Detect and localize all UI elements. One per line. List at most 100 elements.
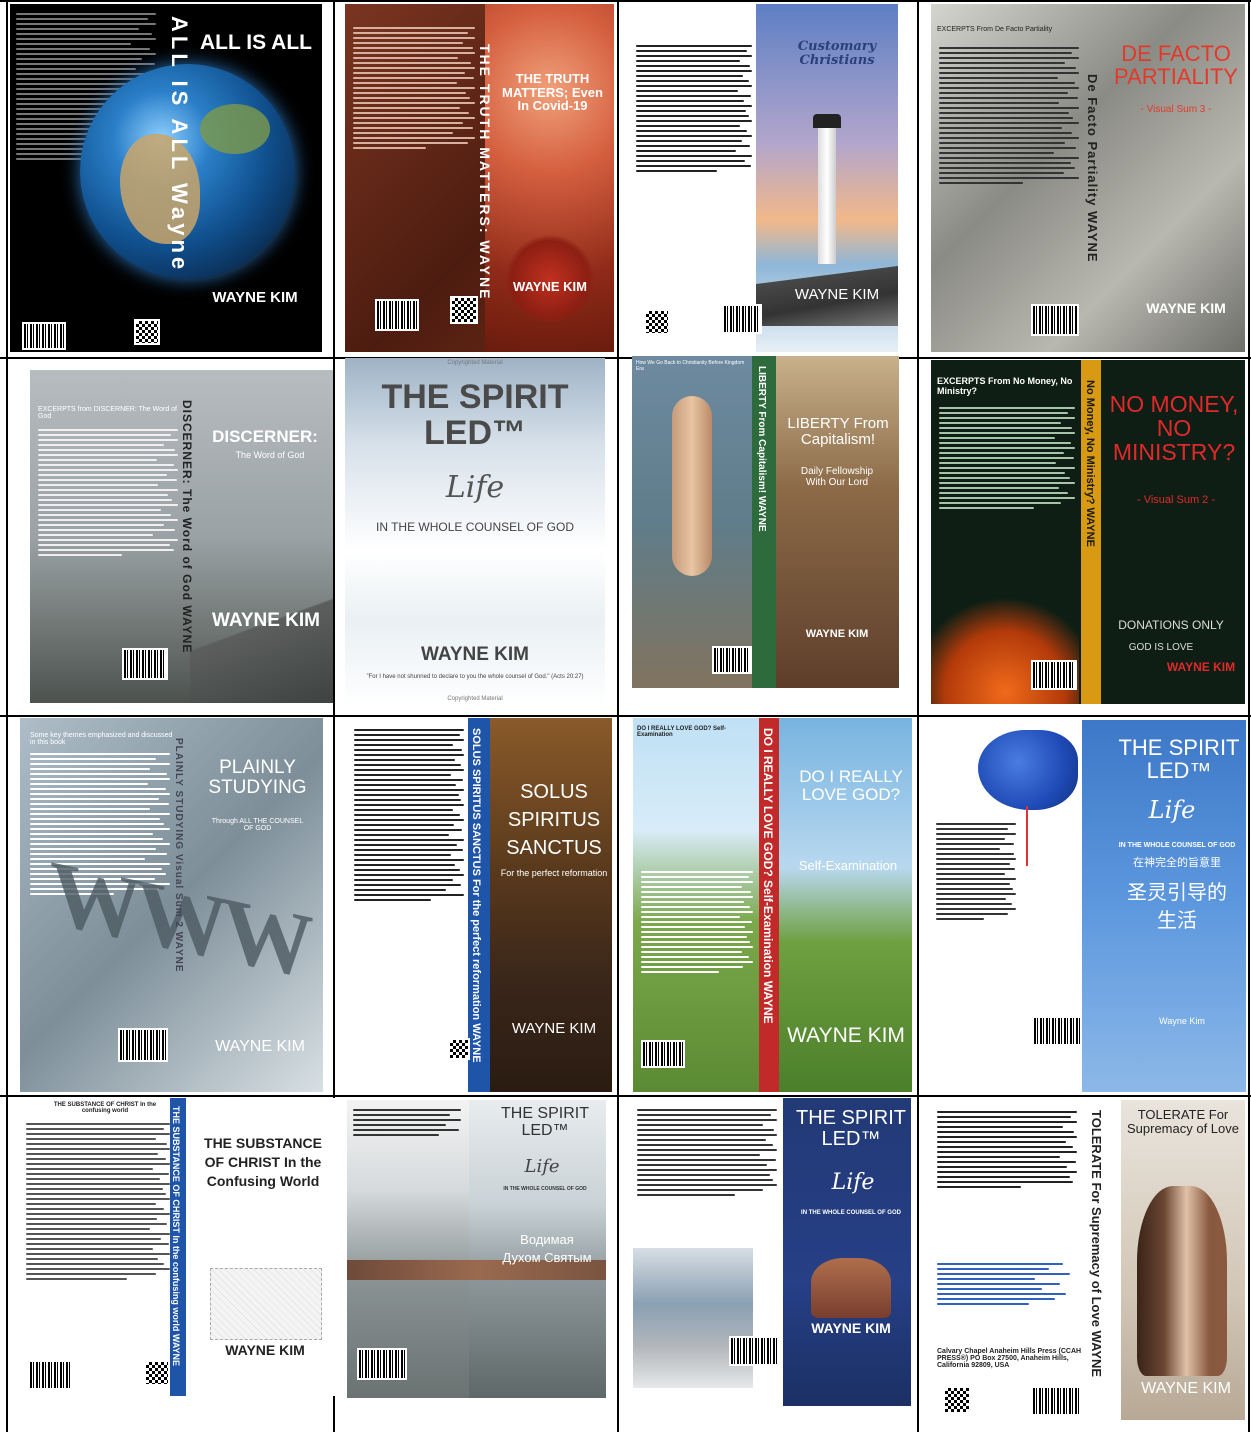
book-title: TOLERATE For Supremacy of Love: [1126, 1107, 1239, 1136]
book-title: THE TRUTH MATTERS; Even In Covid-19: [502, 71, 603, 114]
book-author: WAYNE KIM: [794, 286, 880, 303]
book-cover-all-is-all[interactable]: ALL IS ALL Wayne ALL IS ALL WAYNE KIM: [10, 4, 322, 352]
book-cover-discerner[interactable]: EXCERPTS from DISCERNER: The Word of God…: [30, 370, 333, 703]
russian-title: Водимая: [520, 1232, 574, 1247]
book-author: WAYNE KIM: [215, 1038, 305, 1055]
book-title: PLAINLY STUDYING: [208, 757, 307, 798]
grid-line: [0, 715, 1251, 717]
book-cover-liberty-from-capitalism[interactable]: How We Go Back to Christianity Before Ki…: [632, 356, 899, 688]
book-author: WAYNE KIM: [420, 644, 530, 665]
book-subtitle: IN THE WHOLE COUNSEL OF GOD: [801, 1210, 901, 1216]
excerpts-heading: EXCERPTS From De Facto Partiality: [937, 26, 1053, 33]
qr-code: [134, 319, 160, 345]
book-subtitle: Daily Fellowship With Our Lord: [800, 466, 874, 488]
lake-image: [633, 1248, 753, 1388]
book-spine-text: PLAINLY STUDYING Visual Sum 2 WAYNE: [173, 738, 184, 973]
book-author: WAYNE KIM: [805, 628, 869, 640]
copyright-notice: Copyrighted Material: [447, 360, 503, 366]
book-title-script: Life: [1148, 796, 1196, 824]
qr-code: [448, 1038, 470, 1060]
excerpts-heading: EXCERPTS from DISCERNER: The Word of God: [38, 406, 177, 420]
book-title: ALL IS ALL: [200, 31, 312, 54]
chinese-title: 圣灵引导的: [1127, 882, 1227, 904]
excerpts-heading: EXCERPTS From No Money, No Ministry?: [937, 376, 1073, 396]
book-author: WAYNE KIM: [513, 279, 587, 294]
book-author: WAYNE KIM: [1141, 1380, 1231, 1397]
book-cover-spirit-led-korean[interactable]: THE SPIRIT LED™ Life IN THE WHOLE COUNSE…: [633, 1098, 911, 1406]
book-title: DISCERNER:: [212, 427, 318, 446]
book-cover-the-substance-of-christ[interactable]: THE SUBSTANCE OF CHRIST In the confusing…: [20, 1098, 336, 1396]
excerpts-heading: DO I REALLY LOVE GOD? Self-Examination: [637, 726, 727, 738]
book-author: WAYNE KIM: [212, 289, 298, 306]
book-title: THE SPIRIT LED™: [795, 1107, 906, 1150]
book-subtitle: Self-Examination: [798, 858, 898, 873]
book-cover-tolerate[interactable]: Calvary Chapel Anaheim Hills Press (CCAH…: [931, 1100, 1245, 1420]
lighthouse-image: [818, 124, 836, 264]
barcode: [28, 1360, 72, 1390]
barcode: [357, 1348, 407, 1380]
book-title: THE SPIRIT LED™: [381, 378, 569, 452]
book-cover-no-money-no-ministry[interactable]: EXCERPTS From No Money, No Ministry? No …: [931, 360, 1245, 704]
book-spine-text: ALL IS ALL Wayne: [167, 16, 192, 274]
barcode: [729, 1336, 779, 1366]
book-cover-the-truth-matters[interactable]: THE TRUTH MATTERS: WAYNE THE TRUTH MATTE…: [345, 4, 614, 352]
book-author: WAYNE KIM: [511, 1020, 597, 1037]
book-cover-plainly-studying[interactable]: Some key themes emphasized and discussed…: [20, 718, 323, 1092]
book-spine-text: THE SUBSTANCE OF CHRIST In the confusing…: [171, 1106, 181, 1367]
book-title: NO MONEY, NO MINISTRY?: [1109, 391, 1239, 466]
qr-code: [943, 1386, 971, 1414]
excerpts-heading: How We Go Back to Christianity Before Ki…: [636, 360, 745, 372]
book-spine-text: DISCERNER: The Word of God WAYNE: [180, 400, 194, 654]
book-spine-text: TOLERATE For Supremacy of Love WAYNE: [1089, 1110, 1104, 1378]
book-cover-solus-spiritus-sanctus[interactable]: SOLUS SPIRITUS SANCTUS For the perfect r…: [350, 718, 612, 1092]
book-title-script: Life: [445, 470, 505, 505]
sign-text: DONATIONS ONLY: [1118, 618, 1224, 632]
book-title-script: Life: [524, 1156, 560, 1177]
book-title: DO I REALLY LOVE GOD?: [799, 767, 903, 804]
book-author: WAYNE KIM: [811, 1320, 891, 1336]
book-cover-spirit-led-russian[interactable]: THE SPIRIT LED™ Life IN THE WHOLE COUNSE…: [347, 1100, 606, 1398]
book-subtitle: - Visual Sum 3 -: [1140, 104, 1212, 115]
book-title: THE SPIRIT LED™: [500, 1105, 589, 1139]
excerpts-heading: THE SUBSTANCE OF CHRIST In the confusing…: [53, 1102, 157, 1114]
qr-code: [644, 309, 670, 335]
grid-line: [0, 0, 1251, 2]
barcode: [1031, 660, 1077, 690]
book-title: SOLUS SPIRITUS SANCTUS: [506, 781, 602, 859]
qr-code: [144, 1360, 170, 1386]
book-spine-text: DO I REALLY LOVE GOD? Self-Examination W…: [761, 728, 775, 1024]
blue-bird-image: [978, 730, 1078, 810]
book-cover-do-i-really-love-god[interactable]: DO I REALLY LOVE GOD? Self-Examination D…: [633, 718, 912, 1092]
barcode: [1031, 1386, 1081, 1416]
book-title: Customary Christians: [797, 39, 877, 68]
book-subtitle: IN THE WHOLE COUNSEL OF GOD: [375, 520, 575, 534]
book-subtitle: IN THE WHOLE COUNSEL OF GOD: [503, 1186, 587, 1192]
barcode: [1031, 304, 1079, 336]
barcode: [641, 1040, 685, 1068]
book-subtitle: The Word of God: [235, 450, 305, 460]
book-subtitle: IN THE WHOLE COUNSEL OF GOD: [1118, 842, 1236, 849]
barcode: [1032, 1016, 1082, 1046]
book-title: DE FACTO PARTIALITY: [1114, 41, 1238, 90]
book-subtitle: - Visual Sum 2 -: [1136, 494, 1216, 506]
church-sketch-image: [210, 1268, 322, 1340]
bible-quote: "For I have not shunned to declare to yo…: [366, 674, 584, 680]
book-cover-the-spirit-led-life[interactable]: Copyrighted Material THE SPIRIT LED™ Lif…: [345, 358, 605, 708]
book-author: WAYNE KIM: [787, 1024, 905, 1047]
book-author: WAYNE KIM: [1166, 660, 1236, 674]
book-cover-de-facto-partiality[interactable]: EXCERPTS From De Facto Partiality De Fac…: [931, 4, 1245, 352]
barcode: [375, 299, 419, 331]
chinese-subtitle: 在神完全的旨意里: [1133, 857, 1221, 869]
grid-line: [0, 1095, 1251, 1097]
book-author: Wayne Kim: [1159, 1016, 1205, 1026]
publisher-address: Calvary Chapel Anaheim Hills Press (CCAH…: [937, 1348, 1082, 1369]
chinese-title: 生活: [1157, 910, 1197, 932]
barcode: [118, 1028, 168, 1062]
book-cover-spirit-led-chinese[interactable]: THE SPIRIT LED™ Life IN THE WHOLE COUNSE…: [932, 720, 1246, 1092]
excerpts-heading: Some key themes emphasized and discussed…: [30, 732, 173, 746]
book-spine-text: SOLUS SPIRITUS SANCTUS For the perfect r…: [470, 728, 482, 1063]
book-cover-customary-christians[interactable]: Customary Christians WAYNE KIM: [632, 4, 898, 352]
book-title: LIBERTY From Capitalism!: [787, 415, 889, 448]
book-title: THE SUBSTANCE OF CHRIST In the Confusing…: [204, 1135, 322, 1189]
book-spine-text: De Facto Partiality WAYNE: [1085, 74, 1100, 263]
